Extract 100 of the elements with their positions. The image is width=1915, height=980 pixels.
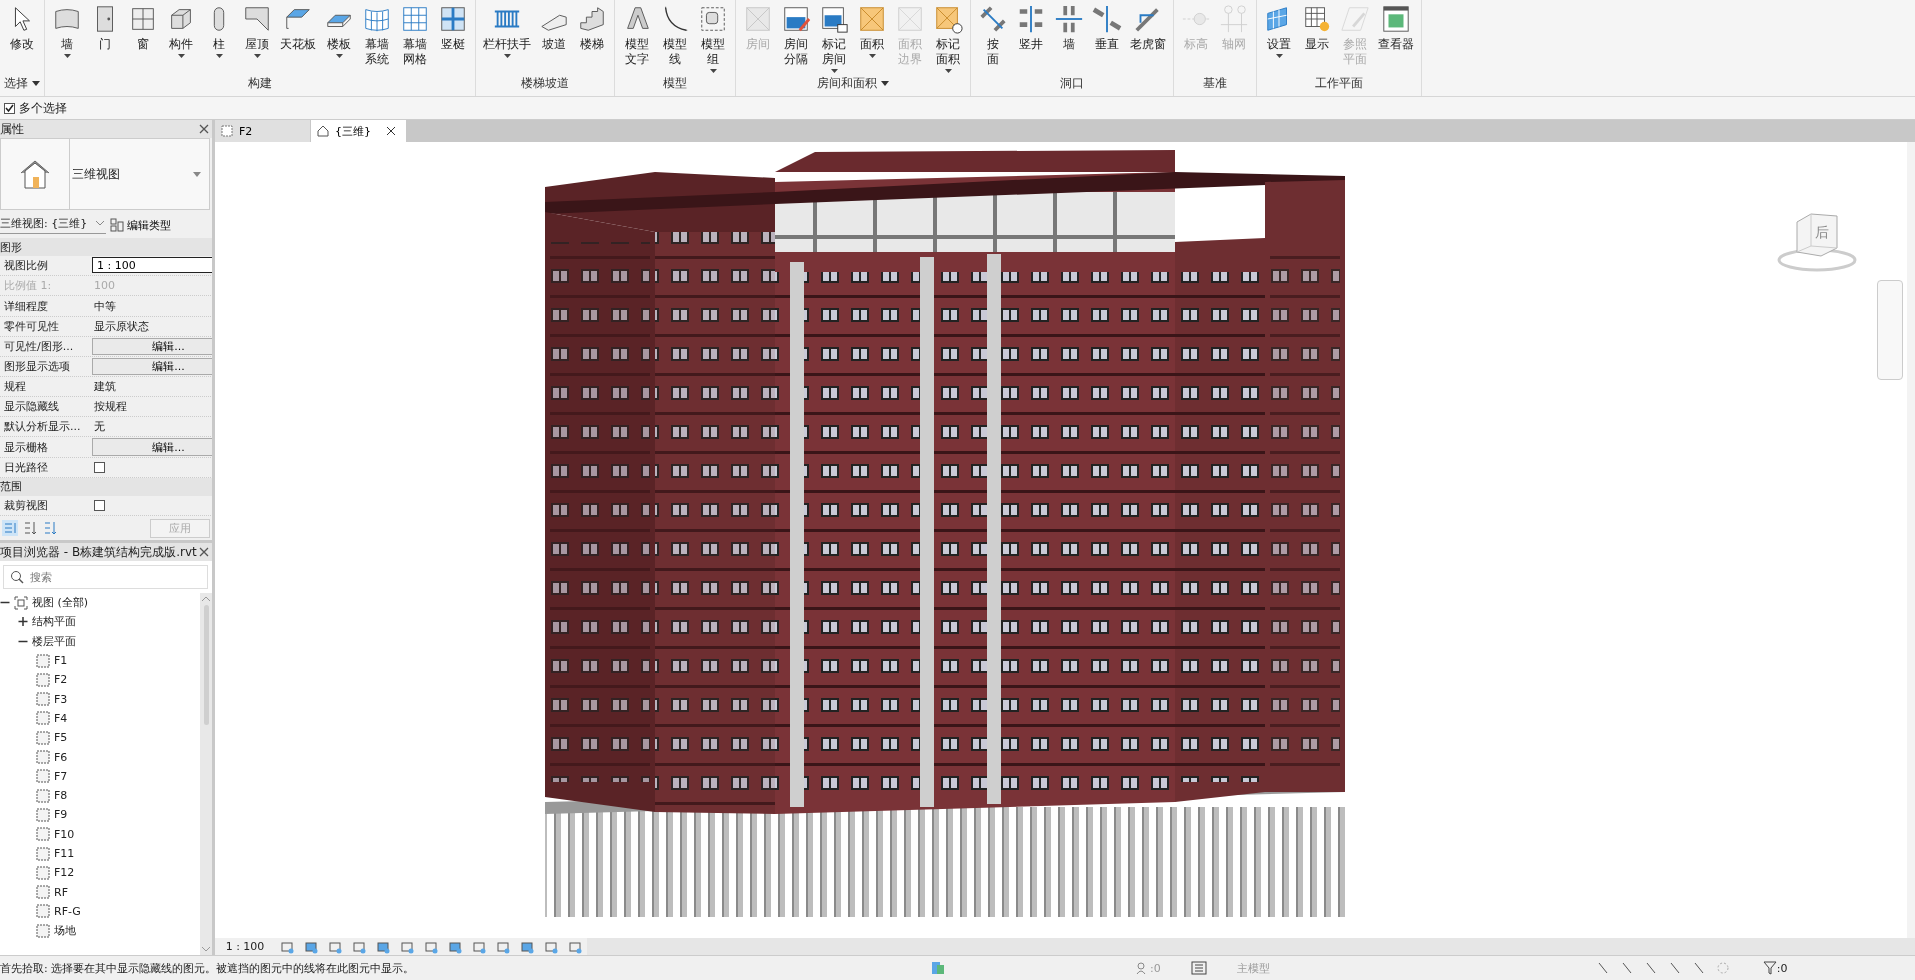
type-selector[interactable]: 三维视图 [0,138,210,210]
close-icon[interactable] [199,124,209,134]
checkbox[interactable] [4,102,15,114]
tree-item[interactable]: RF-G [54,904,81,918]
view-control-icon[interactable] [304,939,318,954]
tree-item[interactable]: RF [54,885,68,899]
caret-icon[interactable] [881,81,889,86]
ribbon-tool-button[interactable]: 楼板 [321,0,357,75]
list-icon[interactable] [1190,961,1207,975]
checkbox[interactable] [94,500,105,511]
section-header[interactable]: 范围 [0,479,22,495]
ribbon-tool-button[interactable]: 设置 [1261,0,1297,75]
tree-item[interactable]: 楼层平面 [32,633,76,649]
search-field[interactable]: 搜索 [3,565,208,589]
filter-icon[interactable] [1762,961,1777,975]
tree-item[interactable]: F12 [54,866,75,880]
edit-button[interactable]: 编辑... [92,337,212,355]
ribbon-tool-button[interactable]: 标记 面积 [930,0,966,75]
ribbon-tool-button[interactable]: 窗 [125,0,161,75]
ribbon-tool-button[interactable]: 楼梯 [574,0,610,75]
ribbon-tool-button[interactable]: 模型 线 [657,0,693,75]
ribbon-tool-button[interactable]: 老虎窗 [1127,0,1169,75]
tree-item[interactable]: F9 [54,808,68,822]
checkbox[interactable] [94,461,105,473]
ribbon-tool-button[interactable]: 栏杆扶手 [480,0,534,75]
tree-item[interactable]: 场地 [54,923,76,939]
view-plan-icon [36,672,50,687]
ribbon-tool-button[interactable]: 柱 [201,0,237,75]
ribbon-tool-button[interactable]: 幕墙 网格 [397,0,433,75]
view-control-icon[interactable] [352,939,366,954]
expand-icon[interactable] [18,617,28,627]
view-tab[interactable]: F2 [215,120,310,142]
tree-item[interactable]: 视图 (全部) [32,595,89,611]
edit-button[interactable]: 编辑... [92,438,212,456]
view-control-icon[interactable] [472,939,486,954]
tree-item[interactable]: F11 [54,847,75,860]
scrollbar[interactable] [200,593,212,955]
ribbon-tool-button[interactable]: 面积 [854,0,890,75]
property-input[interactable]: 1 : 100 [92,257,212,274]
close-icon[interactable] [199,547,209,557]
caret-icon[interactable] [32,81,40,86]
navigation-bar[interactable] [1877,280,1903,380]
view-control-icon[interactable] [424,939,438,954]
sort-ascending-icon[interactable] [22,520,38,536]
tree-item[interactable]: F8 [54,789,68,803]
view-scale[interactable]: 1 : 100 [215,940,275,953]
tree-item[interactable]: F2 [54,673,68,687]
ribbon-tool-button[interactable]: 屋顶 [239,0,275,75]
caret-icon [177,54,185,59]
caret-icon [335,54,343,59]
view-plan-icon [36,904,50,919]
tree-item[interactable]: F10 [54,827,75,841]
sort-descending-icon[interactable] [42,520,58,536]
view-control-icon[interactable] [520,939,534,954]
ribbon-tool-button[interactable]: 天花板 [277,0,319,75]
ribbon-tool-button[interactable]: 门 [87,0,123,75]
ribbon-tool-button[interactable]: 墙 [1051,0,1087,75]
ribbon-tool-button[interactable]: 竖梃 [435,0,471,75]
edit-button[interactable]: 编辑... [92,357,212,376]
ribbon-tool-button[interactable]: 构件 [163,0,199,75]
ribbon-tool-button[interactable]: 显示 [1299,0,1335,75]
view-control-icon[interactable] [568,939,582,954]
tree-item[interactable]: F5 [54,731,68,745]
category-sort-icon[interactable] [2,520,18,536]
tree-item[interactable]: F7 [54,769,68,783]
close-icon[interactable] [387,127,395,135]
view-tab[interactable]: {三维} [311,120,406,142]
tree-item[interactable]: F3 [54,692,68,706]
view-control-icon[interactable] [376,939,390,954]
tree-item[interactable]: F1 [54,654,68,668]
view-control-icon[interactable] [496,939,510,954]
worksharing-icon[interactable] [930,960,946,976]
view-control-icon[interactable] [448,939,462,954]
scroll-down-icon[interactable] [202,947,210,952]
scrollbar[interactable] [1907,142,1915,938]
section-header[interactable]: 图形 [0,239,22,255]
ribbon-tool-button[interactable]: 墙 [49,0,85,75]
ribbon-tool-button[interactable]: 坡道 [536,0,572,75]
view-control-icon[interactable] [400,939,414,954]
ribbon-tool-button[interactable]: 模型 文字 [619,0,655,75]
ribbon-tool-button[interactable]: 修改 [4,0,40,75]
view-control-icon[interactable] [280,939,294,954]
ribbon-tool-button[interactable]: 模型 组 [695,0,731,75]
ribbon-tool-button[interactable]: 幕墙 系统 [359,0,395,75]
ribbon-tool-button[interactable]: 按 面 [975,0,1011,75]
tree-item[interactable]: F4 [54,711,68,725]
ribbon-tool-button[interactable]: 查看器 [1375,0,1417,75]
tree-item[interactable]: 结构平面 [32,614,76,630]
instance-dropdown[interactable]: 三维视图: {三维} [0,216,106,234]
stair-icon [577,4,607,34]
tree-item[interactable]: F6 [54,750,68,764]
edit-type-button[interactable]: 编辑类型 [110,217,171,233]
ribbon-tool-button[interactable]: 标记 房间 [816,0,852,75]
ribbon-tool-button[interactable]: 垂直 [1089,0,1125,75]
ribbon-tool-button[interactable]: 房间 分隔 [778,0,814,75]
ribbon-tool-button[interactable]: 竖井 [1013,0,1049,75]
view-control-icon[interactable] [328,939,342,954]
scrollbar[interactable] [587,938,1915,955]
view-control-icon[interactable] [544,939,558,954]
scroll-up-icon[interactable] [202,596,210,601]
